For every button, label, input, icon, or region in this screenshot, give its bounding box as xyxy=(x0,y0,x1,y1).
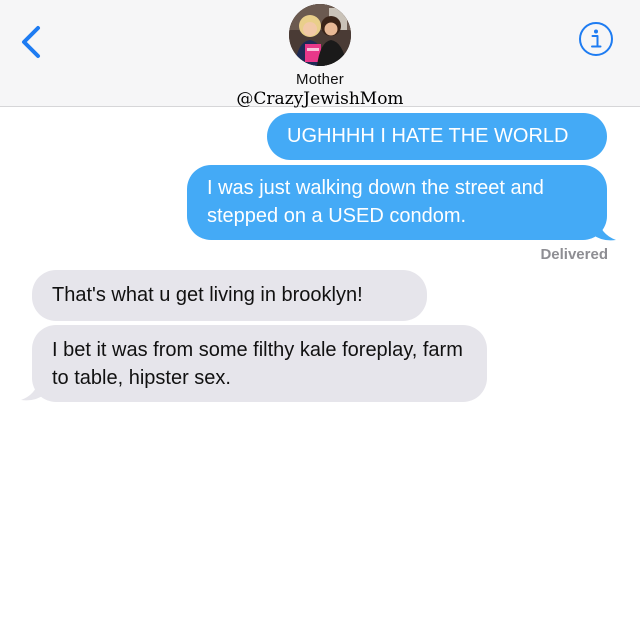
bubble-tail xyxy=(17,378,47,402)
contact-photo xyxy=(289,4,351,66)
bubble-tail xyxy=(590,218,620,242)
info-icon xyxy=(579,22,613,56)
messages-screen: Mother @CrazyJewishMom UGHHHH I HATE THE… xyxy=(0,0,640,640)
received-message-bubble[interactable]: That's what u get living in brooklyn! xyxy=(32,270,427,321)
sent-message-bubble[interactable]: UGHHHH I HATE THE WORLD xyxy=(267,113,607,160)
contact-name: Mother xyxy=(296,71,344,88)
contact-avatar[interactable] xyxy=(289,4,351,66)
info-button[interactable] xyxy=(578,21,614,57)
back-button[interactable] xyxy=(14,22,48,62)
watermark-handle: @CrazyJewishMom xyxy=(236,89,404,109)
delivery-status: Delivered xyxy=(540,246,608,263)
received-message-bubble[interactable]: I bet it was from some filthy kale forep… xyxy=(32,325,487,402)
sent-message-bubble[interactable]: I was just walking down the street and s… xyxy=(187,165,607,240)
chevron-left-icon xyxy=(22,26,40,58)
